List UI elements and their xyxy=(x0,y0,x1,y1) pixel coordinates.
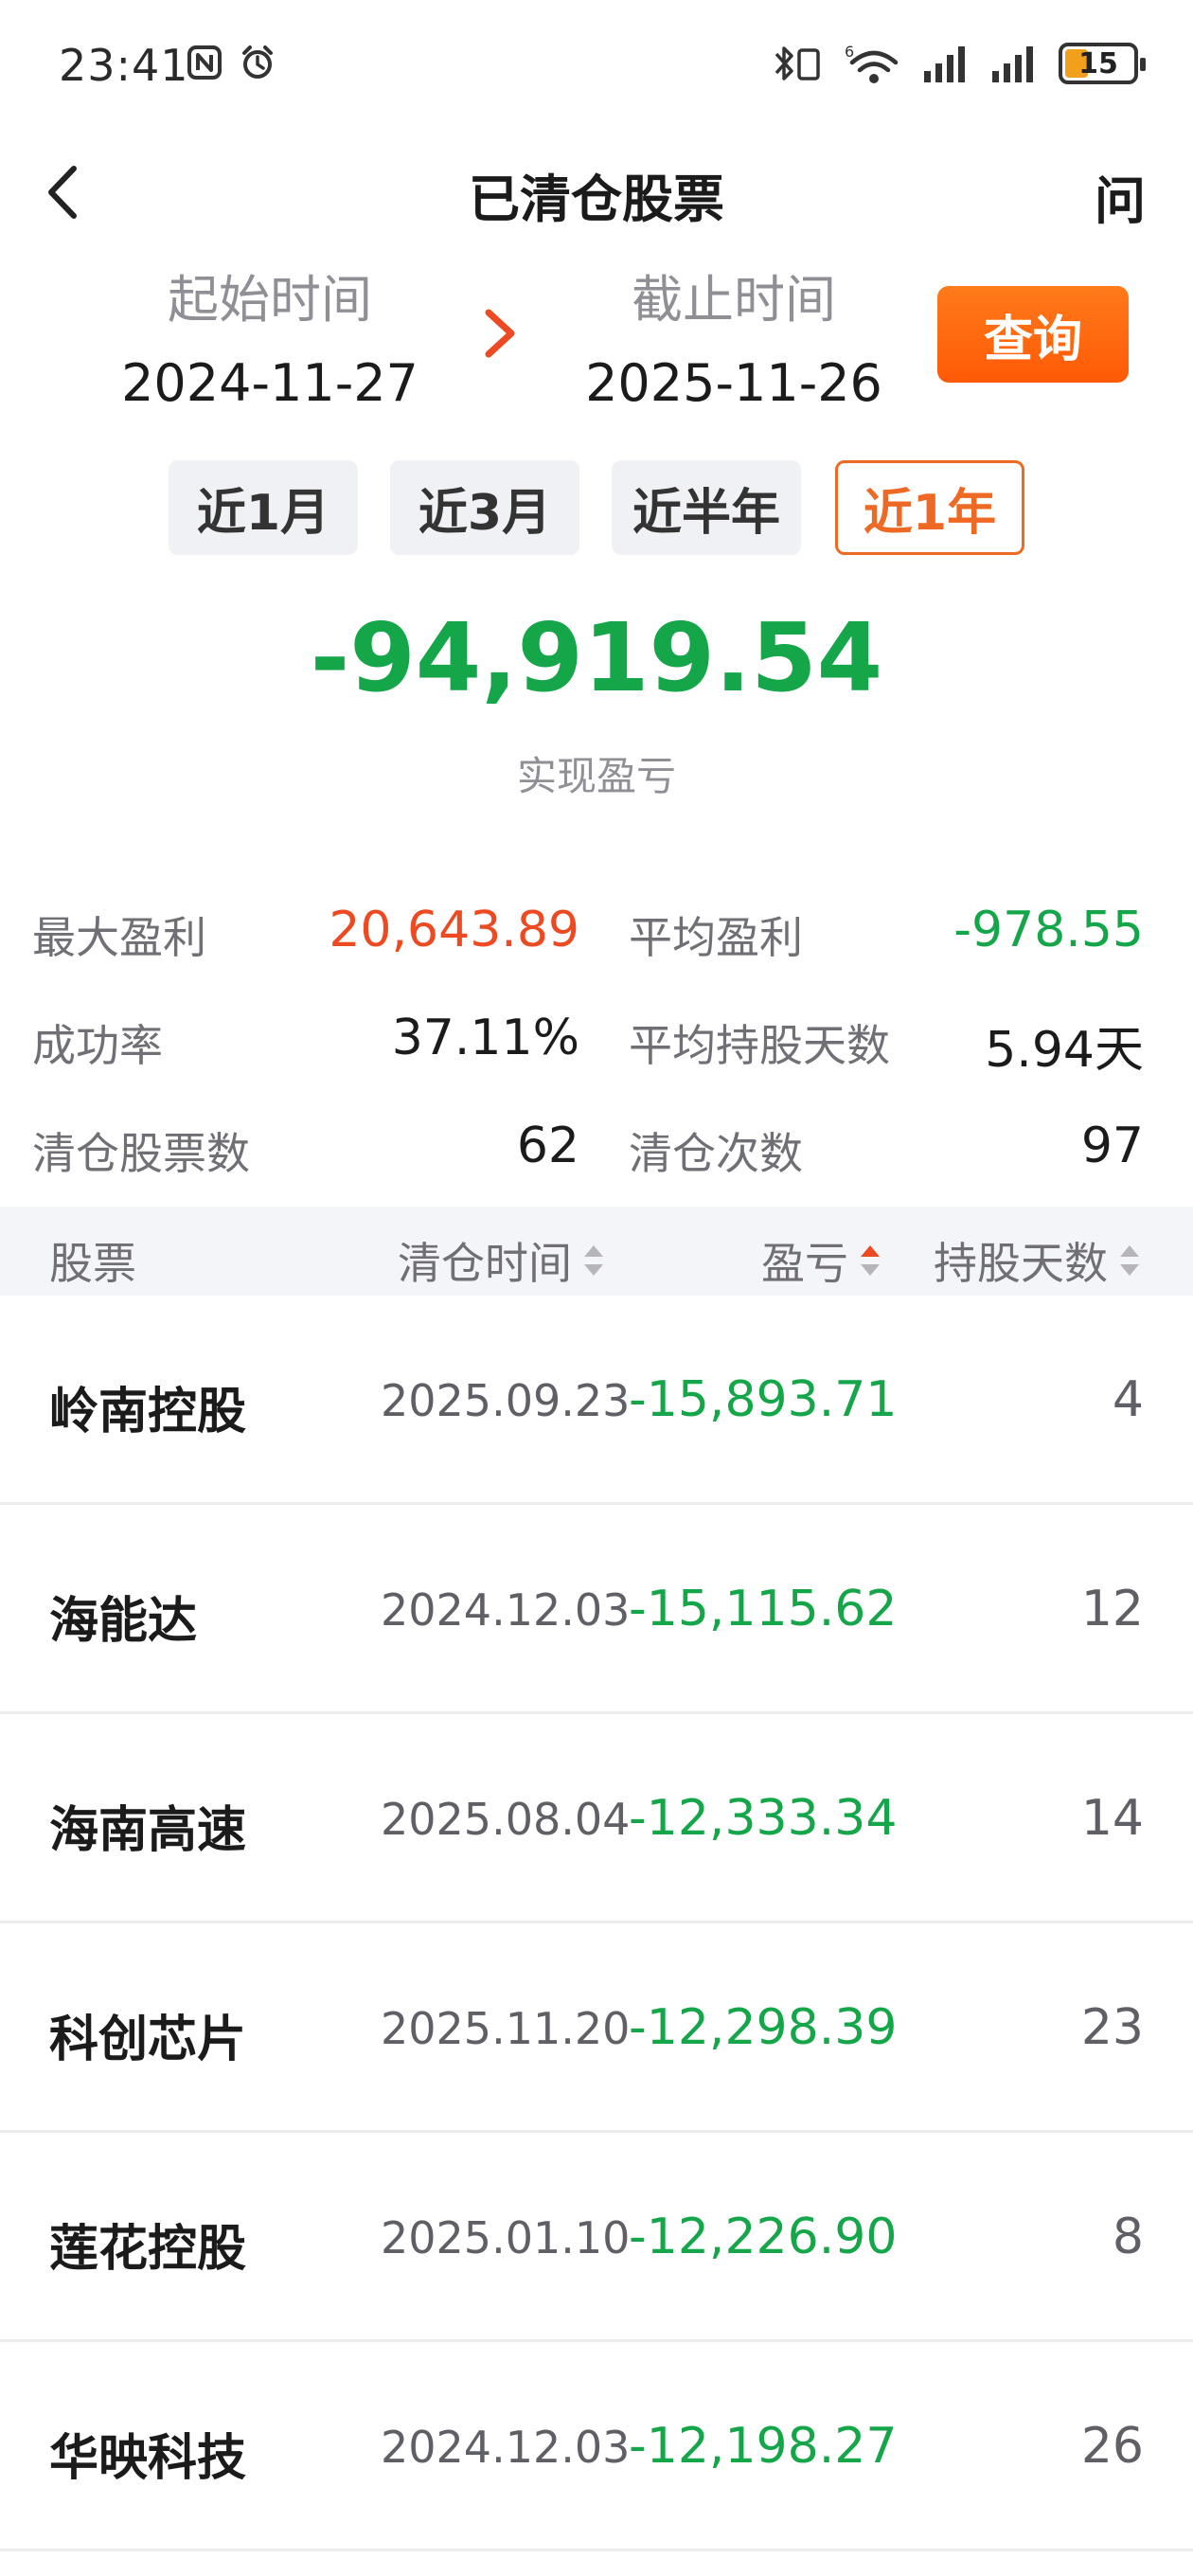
header-clear-time-label: 清仓时间 xyxy=(398,1238,572,1289)
pnl-value: -12,333.34 xyxy=(629,1790,898,1847)
avg-holding-days-value: 5.94天 xyxy=(985,1022,1144,1079)
holding-days: 4 xyxy=(1112,1371,1144,1428)
end-date-picker[interactable]: 截止时间 2025-11-26 xyxy=(568,258,899,413)
battery-level: 15 xyxy=(1078,47,1118,80)
end-date-value: 2025-11-26 xyxy=(585,353,882,413)
stock-name: 海能达 xyxy=(49,1593,198,1650)
stock-name: 岭南控股 xyxy=(49,1384,247,1440)
period-tab-1-month[interactable]: 近1月 xyxy=(169,460,358,555)
clear-date: 2025.01.10 xyxy=(381,2212,631,2263)
table-header: 股票 清仓时间 盈亏 持股天数 xyxy=(0,1207,1193,1296)
stock-name: 莲花控股 xyxy=(49,2221,247,2278)
stock-name: 海南高速 xyxy=(49,1802,247,1859)
table-row[interactable]: 华映科技 2024.12.03 -12,198.27 26 xyxy=(0,2342,1193,2551)
header-pnl-label: 盈亏 xyxy=(761,1238,848,1289)
pnl-value: -15,893.71 xyxy=(629,1371,898,1428)
clear-date: 2025.09.23 xyxy=(381,1375,631,1426)
battery-icon: 15 xyxy=(1059,43,1146,84)
stock-name: 华映科技 xyxy=(49,2430,247,2487)
sort-active-icon xyxy=(861,1245,880,1276)
success-rate-label: 成功率 xyxy=(32,1020,163,1071)
header-stock: 股票 xyxy=(49,1229,136,1292)
start-date-picker[interactable]: 起始时间 2024-11-27 xyxy=(104,258,436,413)
table-row[interactable]: 海南高速 2025.08.04 -12,333.34 14 xyxy=(0,1714,1193,1923)
period-tab-1-year[interactable]: 近1年 xyxy=(835,460,1024,555)
status-left-icons xyxy=(186,44,276,81)
start-date-label: 起始时间 xyxy=(168,270,372,330)
header-clear-time[interactable]: 清仓时间 xyxy=(398,1229,606,1292)
pnl-value: -15,115.62 xyxy=(629,1581,898,1637)
clear-date: 2024.12.03 xyxy=(381,2422,631,2473)
holding-days: 8 xyxy=(1112,2209,1144,2265)
clear-date: 2025.11.20 xyxy=(381,2003,631,2054)
stock-name: 科创芯片 xyxy=(49,2012,247,2068)
status-right-icons: 6 15 xyxy=(769,42,1146,85)
battery-tip xyxy=(1140,58,1146,71)
signal-icon-1 xyxy=(924,46,965,82)
nfc-icon xyxy=(187,45,222,80)
holding-days: 12 xyxy=(1080,1581,1144,1637)
header-stock-label: 股票 xyxy=(49,1238,136,1289)
header-holding-days-label: 持股天数 xyxy=(934,1238,1108,1289)
clear-times-label: 清仓次数 xyxy=(629,1128,803,1179)
cleared-stock-count-value: 62 xyxy=(516,1118,579,1174)
alarm-icon xyxy=(242,45,273,79)
clear-date: 2025.08.04 xyxy=(381,1794,631,1845)
help-button[interactable]: 问 xyxy=(1095,159,1146,234)
period-tab-3-months[interactable]: 近3月 xyxy=(390,460,579,555)
max-profit-label: 最大盈利 xyxy=(32,912,206,963)
avg-profit-value: -978.55 xyxy=(953,902,1144,958)
table-row[interactable]: 科创芯片 2025.11.20 -12,298.39 23 xyxy=(0,1923,1193,2133)
query-button[interactable]: 查询 xyxy=(937,286,1129,383)
table-row[interactable]: 海能达 2024.12.03 -15,115.62 12 xyxy=(0,1505,1193,1714)
realized-pnl-label: 实现盈亏 xyxy=(516,753,676,799)
sort-icon xyxy=(584,1245,603,1276)
pnl-value: -12,198.27 xyxy=(629,2418,898,2475)
end-date-label: 截止时间 xyxy=(632,270,836,330)
chevron-right-icon xyxy=(485,309,515,358)
page-title: 已清仓股票 xyxy=(469,170,724,229)
max-profit-value: 20,643.89 xyxy=(329,902,579,958)
avg-profit-label: 平均盈利 xyxy=(629,912,803,963)
avg-holding-days-label: 平均持股天数 xyxy=(629,1020,890,1071)
wifi-icon: 6 xyxy=(845,43,899,83)
header-pnl[interactable]: 盈亏 xyxy=(761,1229,882,1292)
realized-pnl-value: -94,919.54 xyxy=(310,602,883,713)
wifi-badge-text: 6 xyxy=(845,43,854,61)
table-row[interactable]: 岭南控股 2025.09.23 -15,893.71 4 xyxy=(0,1296,1193,1505)
bluetooth-vibrate-icon xyxy=(775,46,820,80)
cleared-stocks-page: 23:41 6 15 已清仓股票 问 起始时间 2024-11-27 截止时间 … xyxy=(0,0,1193,2576)
holding-days: 26 xyxy=(1080,2418,1144,2475)
clear-date: 2024.12.03 xyxy=(381,1584,631,1636)
header-holding-days[interactable]: 持股天数 xyxy=(934,1229,1142,1292)
table-row[interactable]: 莲花控股 2025.01.10 -12,226.90 8 xyxy=(0,2133,1193,2342)
pnl-value: -12,226.90 xyxy=(629,2209,898,2265)
signal-icon-2 xyxy=(992,46,1033,82)
status-time: 23:41 xyxy=(59,40,189,91)
holding-days: 14 xyxy=(1080,1790,1144,1847)
status-bar: 23:41 6 15 xyxy=(0,0,1193,133)
cleared-stock-count-label: 清仓股票数 xyxy=(32,1128,250,1179)
start-date-value: 2024-11-27 xyxy=(121,353,418,413)
holding-days: 23 xyxy=(1080,1999,1144,2056)
pnl-value: -12,298.39 xyxy=(629,1999,898,2056)
sort-icon xyxy=(1120,1245,1139,1276)
success-rate-value: 37.11% xyxy=(391,1010,579,1066)
period-tab-half-year[interactable]: 近半年 xyxy=(612,460,801,555)
clear-times-value: 97 xyxy=(1080,1118,1144,1174)
